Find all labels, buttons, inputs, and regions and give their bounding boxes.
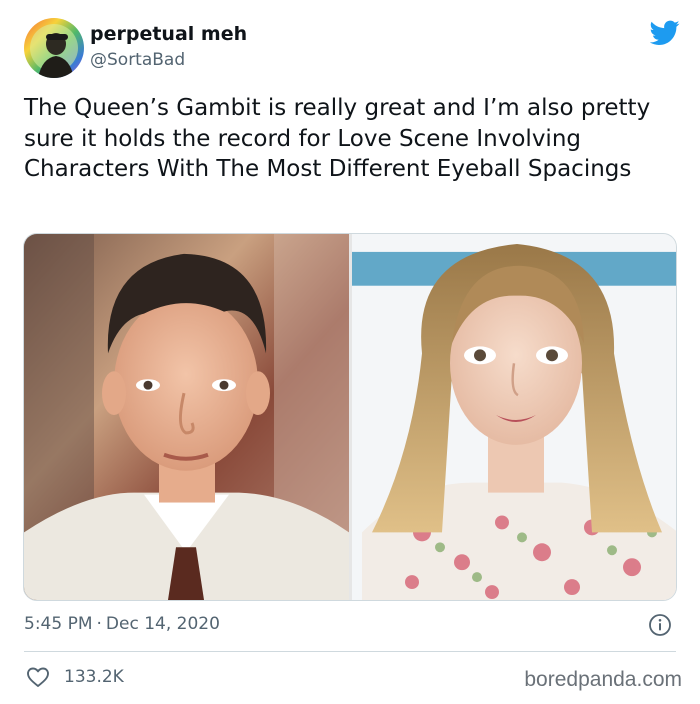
- tweet-header: perpetual meh @SortaBad: [24, 18, 684, 82]
- author-handle[interactable]: @SortaBad: [90, 48, 247, 72]
- photo-woman-in-floral-dress[interactable]: [352, 234, 676, 600]
- author-names: perpetual meh @SortaBad: [90, 22, 247, 72]
- tweet-date: Dec 14, 2020: [105, 614, 220, 634]
- tweet-timestamp[interactable]: 5:45 PM · Dec 14, 2020: [24, 612, 220, 636]
- timestamp-separator: ·: [96, 614, 102, 634]
- info-icon[interactable]: [648, 613, 672, 637]
- divider: [24, 651, 676, 652]
- like-action[interactable]: 133.2K: [26, 664, 124, 690]
- author-display-name[interactable]: perpetual meh: [90, 22, 247, 46]
- photo-man-in-white-suit[interactable]: [24, 234, 349, 600]
- twitter-bird-icon[interactable]: [650, 20, 680, 46]
- heart-icon[interactable]: [26, 666, 50, 688]
- tweet-time: 5:45 PM: [24, 614, 93, 634]
- tweet-text: The Queen’s Gambit is really great and I…: [24, 95, 651, 182]
- watermark: boredpanda.com: [524, 668, 682, 691]
- like-count: 133.2K: [64, 667, 124, 687]
- tweet-media[interactable]: [23, 233, 677, 601]
- avatar[interactable]: [24, 18, 84, 78]
